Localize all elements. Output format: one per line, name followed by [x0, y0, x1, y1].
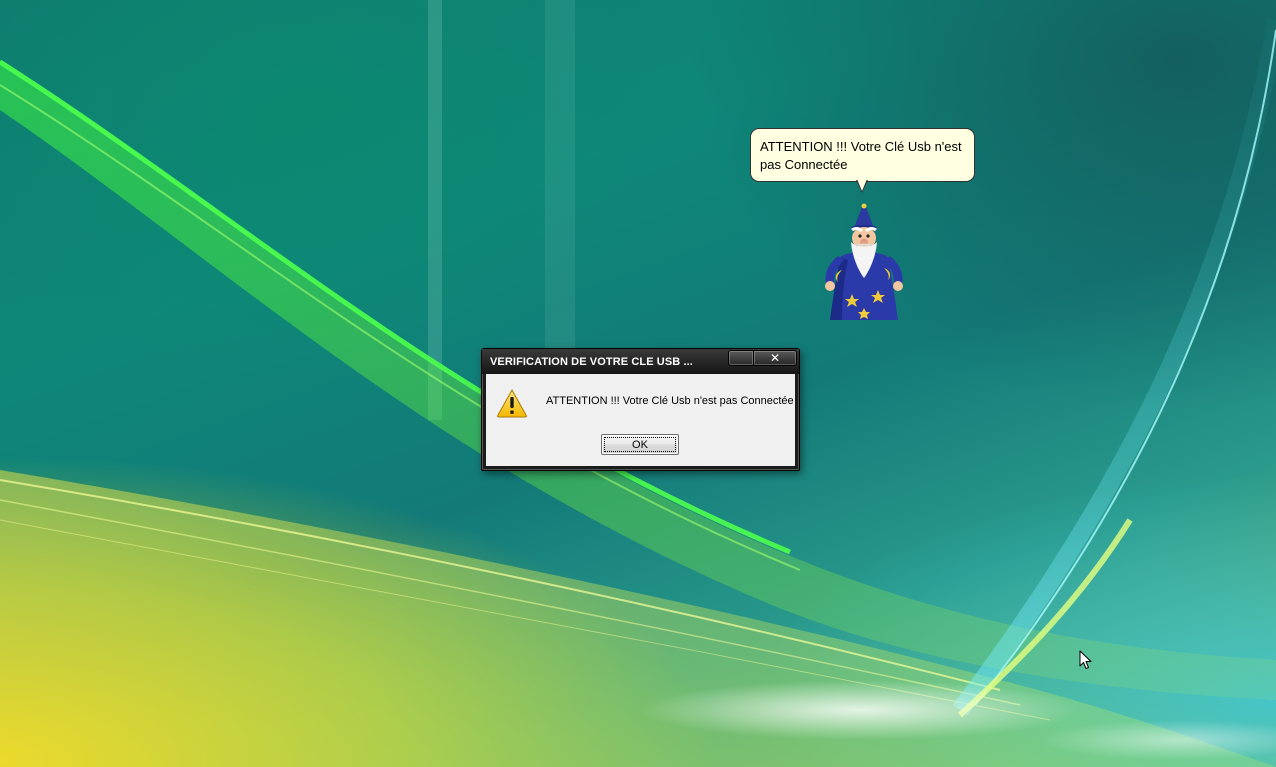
minimize-button[interactable] — [728, 350, 754, 366]
balloon-tail-fill — [857, 179, 867, 191]
wizard-icon[interactable] — [818, 198, 910, 326]
dialog-title: VERIFICATION DE VOTRE CLE USB ... — [490, 356, 693, 368]
dialog-body: ATTENTION !!! Votre Clé Usb n'est pas Co… — [486, 374, 795, 466]
dialog-titlebar[interactable]: VERIFICATION DE VOTRE CLE USB ... ✕ — [482, 349, 799, 374]
assistant-balloon-text: ATTENTION !!! Votre Clé Usb n'est pas Co… — [760, 139, 962, 172]
assistant-balloon: ATTENTION !!! Votre Clé Usb n'est pas Co… — [750, 128, 975, 182]
mouse-pointer-icon — [1079, 650, 1092, 669]
desktop: ATTENTION !!! Votre Clé Usb n'est pas Co… — [0, 0, 1276, 767]
usb-verification-dialog: VERIFICATION DE VOTRE CLE USB ... ✕ ATTE… — [481, 348, 800, 471]
dialog-message: ATTENTION !!! Votre Clé Usb n'est pas Co… — [546, 395, 794, 407]
ok-button[interactable]: OK — [601, 434, 679, 455]
close-button[interactable]: ✕ — [753, 350, 797, 366]
close-icon: ✕ — [769, 351, 781, 365]
warning-icon — [497, 388, 527, 418]
